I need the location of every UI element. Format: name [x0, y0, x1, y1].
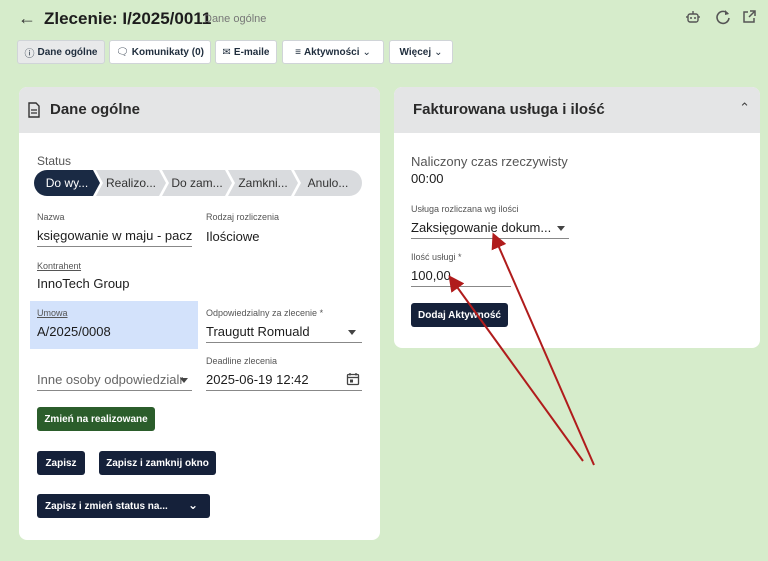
- arrow-to-quantity: [448, 275, 584, 462]
- annotation-arrows: [448, 232, 595, 466]
- arrow-to-service: [491, 232, 595, 466]
